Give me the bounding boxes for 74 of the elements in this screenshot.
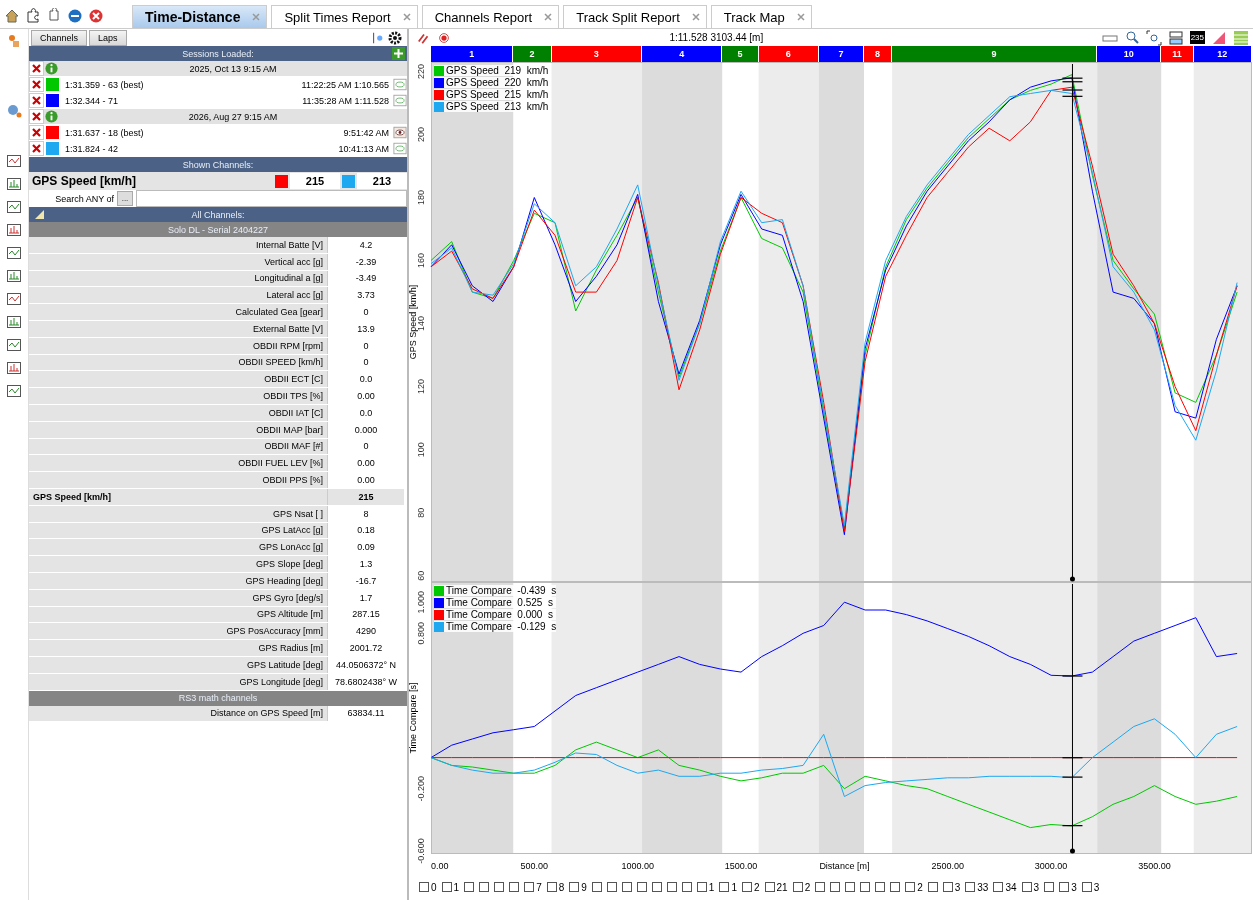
channel-name: OBDII PPS [%]: [29, 472, 327, 488]
legend-text: Time Compare 0.525 s: [446, 597, 553, 608]
channel-name: OBDII ECT [C]: [29, 371, 327, 388]
lap-number: 9: [581, 881, 587, 893]
x-tick-label: 1000.00: [621, 861, 654, 871]
channel-value: 215: [290, 173, 340, 189]
lap-number: 1: [708, 881, 715, 893]
search-label: Search ANY of: [54, 193, 114, 204]
session-date: 2025, Oct 13 9:15 AM: [188, 63, 278, 74]
channel-value: 213: [357, 173, 407, 189]
lap-number: 2: [753, 881, 760, 893]
y-tick-label: 180: [416, 190, 426, 206]
section-title: Sessions Loaded:: [182, 48, 254, 59]
lap-number: 2: [917, 881, 923, 893]
lap-number: 8: [558, 881, 565, 893]
lap-number: 1: [453, 881, 460, 893]
y-tick-label: 120: [416, 379, 426, 395]
legend-text: GPS Speed 213 km/h: [446, 101, 549, 112]
device-name: Solo DL - Serial 2404227: [167, 224, 269, 235]
channel-name: GPS LonAcc [g]: [29, 539, 327, 556]
x-tick-label: 3000.00: [1034, 861, 1068, 871]
channel-name: GPS Slope [deg]: [29, 556, 327, 572]
channel-name: Internal Batte [V]: [29, 237, 327, 253]
lap-number: 3: [1071, 881, 1077, 893]
legend-text: Time Compare -0.129 s: [446, 621, 557, 632]
x-axis-label: Distance [m]: [819, 861, 870, 871]
y-axis-label: Time Compare [s]: [409, 682, 418, 754]
lap-info: 11:22:25 AM 1:10.565: [300, 79, 390, 90]
legend-text: Time Compare 0.000 s: [446, 609, 553, 620]
lap-number: 3: [1033, 881, 1040, 893]
y-tick-label: 100: [416, 442, 426, 458]
channel-name: OBDII FUEL LEV [%]: [29, 455, 327, 472]
y-tick-label: 160: [416, 253, 426, 269]
lap-info: 10:41:13 AM: [337, 143, 390, 154]
lap-number: 7: [536, 881, 542, 893]
lap-number: 3: [954, 881, 961, 893]
y-tick-label: 80: [416, 507, 426, 518]
legend-text: Time Compare -0.439 s: [446, 585, 557, 596]
lap-number: 33: [977, 881, 989, 893]
x-tick-label: 2500.00: [931, 861, 964, 871]
lap-number: 2: [804, 881, 811, 893]
channel-name: Calculated Gea [gear]: [29, 304, 327, 320]
channel-name: Lateral acc [g]: [29, 287, 327, 304]
channel-name: GPS Speed [km/h]: [31, 174, 138, 188]
y-tick-label: -0.600: [416, 838, 426, 864]
legend-text: GPS Speed 215 km/h: [446, 89, 549, 100]
y-tick-label: 1.000: [416, 590, 426, 614]
lap-number: 0: [431, 881, 437, 893]
cursor-readout: 1:11.528 3103.44 [m]: [668, 32, 765, 43]
channel-name: OBDII TPS [%]: [29, 388, 327, 404]
session-date: 2026, Aug 27 9:15 AM: [187, 111, 279, 122]
section-title: All Channels:: [191, 209, 245, 220]
x-tick-label: 0.00: [431, 861, 449, 871]
lap-number: 21: [776, 881, 788, 893]
y-tick-label: 0.800: [416, 622, 426, 645]
section-title: Shown Channels:: [182, 159, 254, 170]
x-tick-label: 1500.00: [724, 861, 758, 871]
y-tick-label: 200: [416, 126, 426, 142]
channel-name: GPS PosAccuracy [mm]: [29, 623, 327, 640]
y-tick-label: 220: [416, 63, 426, 79]
legend-text: GPS Speed 220 km/h: [446, 77, 549, 88]
y-axis-label: GPS Speed [km/h]: [409, 284, 418, 360]
x-tick-label: 500.00: [520, 861, 549, 871]
lap-info: 9:51:42 AM: [342, 127, 390, 138]
y-tick-label: 60: [416, 570, 426, 581]
y-tick-label: -0.200: [416, 775, 426, 802]
legend-text: GPS Speed 219 km/h: [446, 65, 549, 76]
lap-info: 11:35:28 AM 1:11.528: [301, 95, 390, 106]
lap-number: 3: [1093, 881, 1100, 893]
lap-number: 34: [1005, 881, 1017, 893]
x-tick-label: 3500.00: [1138, 861, 1171, 871]
group-name: RS3 math channels: [178, 693, 258, 703]
channel-name: GPS Radius [m]: [29, 640, 327, 656]
lap-number: 1: [731, 881, 737, 893]
